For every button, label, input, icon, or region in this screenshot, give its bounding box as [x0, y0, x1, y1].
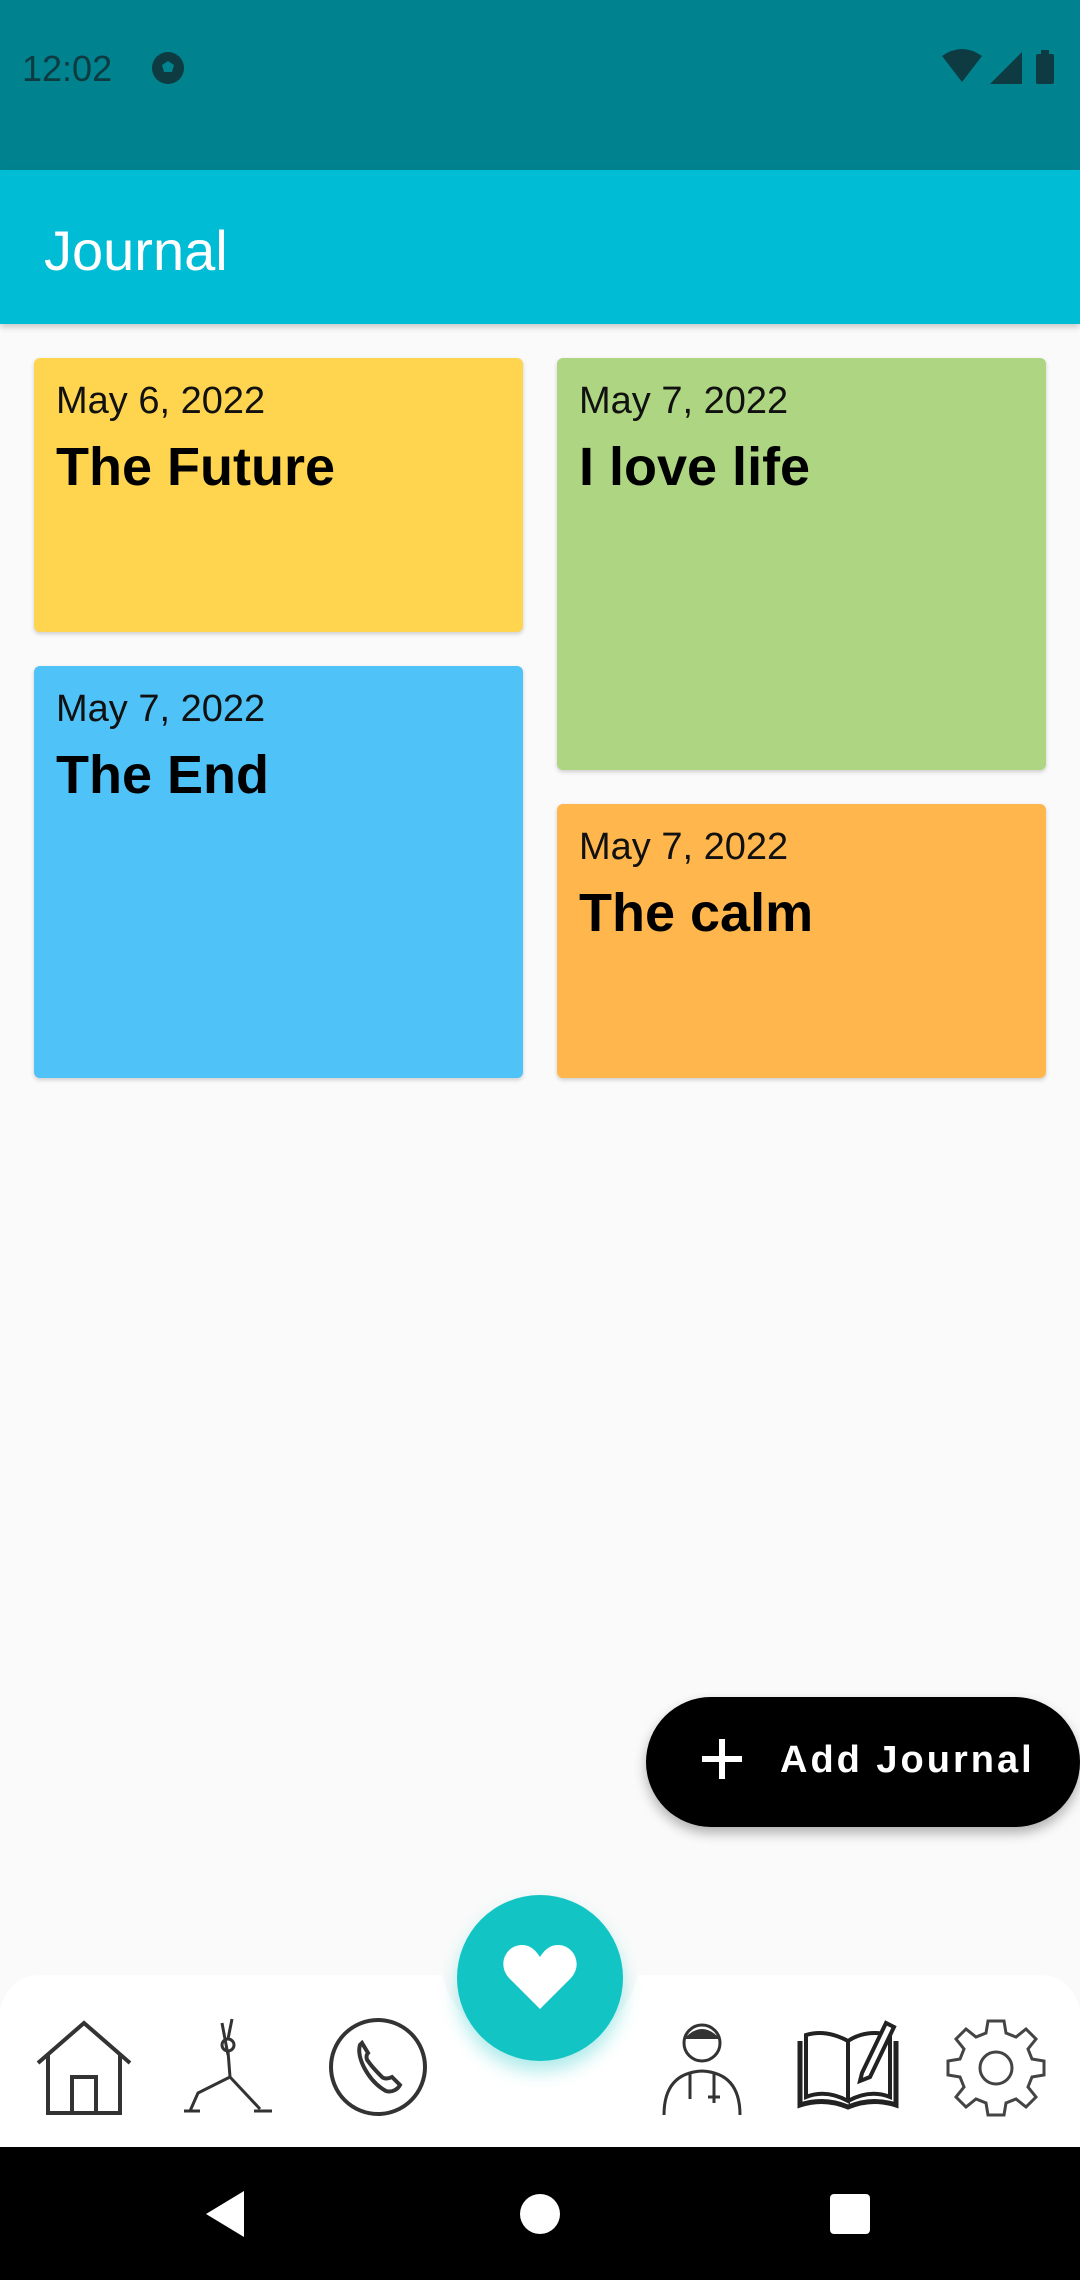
battery-icon: [1036, 50, 1054, 84]
journal-title: The End: [56, 745, 269, 805]
journal-date: May 6, 2022: [56, 380, 266, 422]
soccer-ball-icon: [152, 52, 184, 84]
system-nav-bar: [0, 2147, 1080, 2280]
journal-card[interactable]: May 7, 2022 The calm: [557, 804, 1046, 1078]
status-icons: [942, 49, 1054, 84]
journal-date: May 7, 2022: [56, 688, 266, 730]
journal-title: The Future: [56, 437, 335, 497]
journal-date: May 7, 2022: [579, 826, 789, 868]
recents-icon[interactable]: [828, 2187, 872, 2241]
book-icon[interactable]: [796, 2015, 900, 2119]
home-icon[interactable]: [32, 2015, 136, 2119]
doctor-icon[interactable]: [650, 2015, 754, 2119]
add-journal-label: Add Journal: [780, 1739, 1035, 1781]
journal-card[interactable]: May 6, 2022 The Future: [34, 358, 523, 632]
phone-icon[interactable]: [326, 2015, 430, 2119]
mood-button[interactable]: [457, 1895, 623, 2061]
journal-title: I love life: [579, 437, 811, 497]
journal-card[interactable]: May 7, 2022 I love life: [557, 358, 1046, 770]
gear-icon[interactable]: [944, 2015, 1048, 2119]
home-circle-icon[interactable]: [518, 2187, 562, 2241]
journal-date: May 7, 2022: [579, 380, 789, 422]
journal-card[interactable]: May 7, 2022 The End: [34, 666, 523, 1078]
app-bar: Journal: [0, 170, 1080, 324]
wifi-icon: [942, 49, 982, 82]
status-bar: 12:02: [0, 0, 1080, 170]
add-journal-button[interactable]: Add Journal: [646, 1697, 1080, 1827]
status-time: 12:02: [22, 48, 113, 89]
page-title: Journal: [44, 219, 228, 282]
plus-icon: [702, 1739, 742, 1779]
signal-icon: [990, 52, 1022, 84]
journal-title: The calm: [579, 883, 814, 943]
heart-icon: [503, 1945, 577, 2009]
back-icon[interactable]: [200, 2187, 250, 2241]
yoga-icon[interactable]: [180, 2015, 284, 2119]
